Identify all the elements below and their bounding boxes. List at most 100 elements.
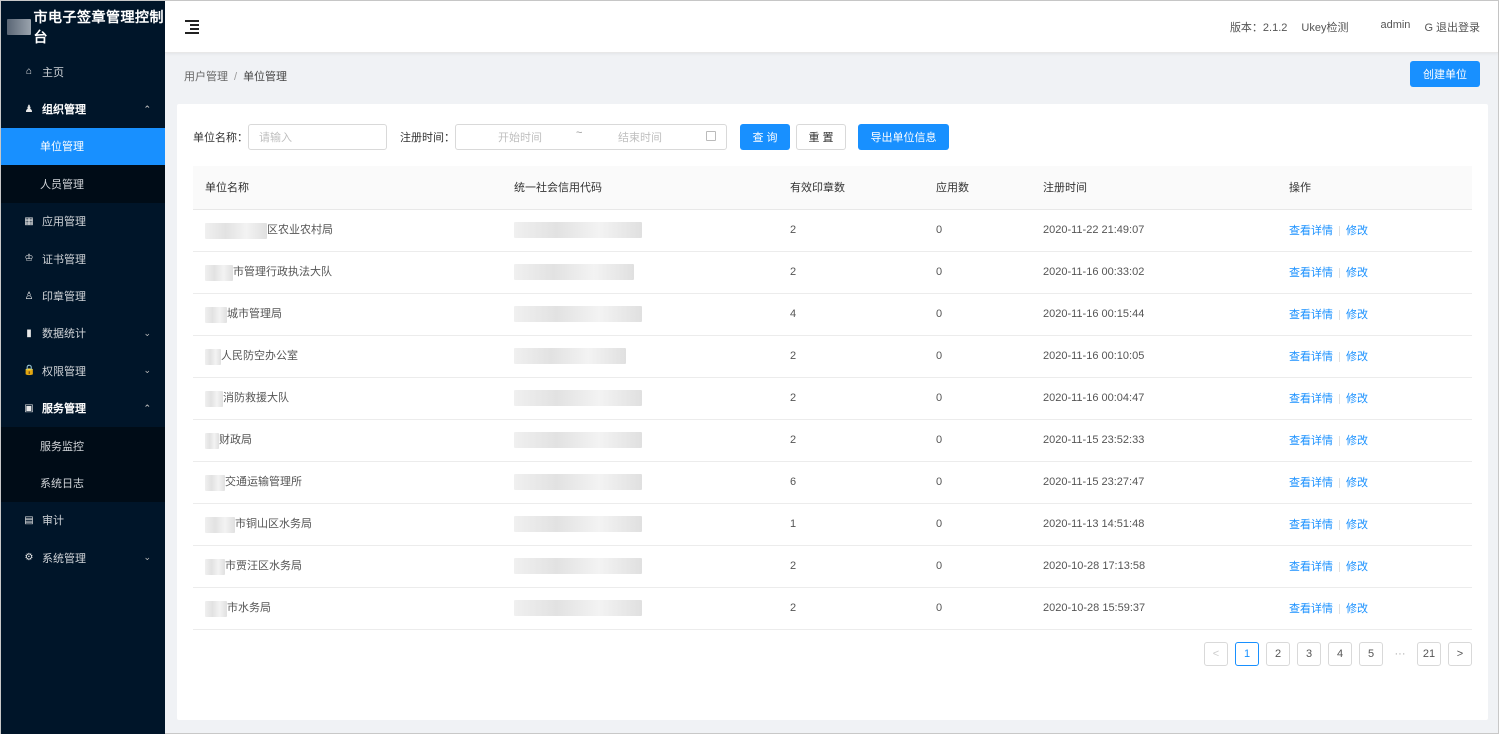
edit-link[interactable]: 修改: [1346, 561, 1368, 573]
page-button-4[interactable]: 4: [1328, 642, 1352, 666]
sidebar-item-label: 证书管理: [42, 253, 86, 266]
export-button[interactable]: 导出单位信息: [858, 124, 949, 150]
cell-seal-count: 1: [778, 503, 924, 546]
page-button-5[interactable]: 5: [1359, 642, 1383, 666]
edit-link[interactable]: 修改: [1346, 309, 1368, 321]
next-page-button[interactable]: >: [1448, 642, 1472, 666]
cell-credit-code: [502, 377, 778, 420]
create-unit-button[interactable]: 创建单位: [1410, 61, 1480, 87]
sidebar-subitem-3[interactable]: 人员管理: [1, 165, 165, 202]
sidebar-subitem-11[interactable]: 系统日志: [1, 464, 165, 501]
col-register-time[interactable]: 注册时间: [1031, 166, 1277, 210]
page-button-1[interactable]: 1: [1235, 642, 1259, 666]
top-header: 版本：2.1.2 Ukey检测 admin G 退出登录: [165, 1, 1498, 53]
unit-name-text: 城市管理局: [227, 308, 282, 321]
edit-link[interactable]: 修改: [1346, 393, 1368, 405]
view-detail-link[interactable]: 查看详情: [1289, 435, 1333, 447]
chevron-down-icon: ⌄: [143, 552, 151, 563]
col-credit-code[interactable]: 统一社会信用代码: [502, 166, 778, 210]
cell-credit-code: [502, 587, 778, 630]
redacted-credit-code: [514, 264, 634, 280]
cell-register-time: 2020-11-15 23:52:33: [1031, 419, 1277, 462]
sidebar-subitem-2[interactable]: 单位管理: [1, 127, 165, 166]
sidebar-item-12[interactable]: ▤ 审计: [1, 502, 165, 539]
redacted-prefix: [205, 474, 225, 491]
edit-link[interactable]: 修改: [1346, 603, 1368, 615]
view-detail-link[interactable]: 查看详情: [1289, 225, 1333, 237]
col-unit-name[interactable]: 单位名称: [193, 166, 502, 210]
redacted-credit-code: [514, 516, 642, 532]
edit-link[interactable]: 修改: [1346, 477, 1368, 489]
cell-seal-count: 2: [778, 209, 924, 252]
breadcrumb-separator: /: [234, 71, 238, 83]
sidebar-item-5[interactable]: ♔ 证书管理: [1, 240, 165, 277]
end-date-input[interactable]: 结束时间: [618, 129, 662, 145]
view-detail-link[interactable]: 查看详情: [1289, 519, 1333, 531]
chevron-up-icon: ⌃: [143, 103, 151, 114]
action-divider: [1339, 352, 1340, 363]
edit-link[interactable]: 修改: [1346, 519, 1368, 531]
edit-link[interactable]: 修改: [1346, 351, 1368, 363]
prev-page-button[interactable]: <: [1204, 642, 1228, 666]
more-pages-button[interactable]: ···: [1390, 642, 1410, 666]
view-detail-link[interactable]: 查看详情: [1289, 351, 1333, 363]
menu-fold-icon[interactable]: [185, 20, 199, 34]
edit-link[interactable]: 修改: [1346, 267, 1368, 279]
table-row: 人民防空办公室 2 0 2020-11-16 00:10:05 查看详情 修改: [193, 335, 1472, 378]
reset-button[interactable]: 重 置: [796, 124, 846, 150]
sidebar-subitem-10[interactable]: 服务监控: [1, 427, 165, 464]
breadcrumb-bar: 用户管理 / 单位管理 创建单位: [165, 54, 1498, 94]
logout-link[interactable]: G 退出登录: [1424, 19, 1480, 35]
cell-actions: 查看详情 修改: [1277, 209, 1472, 252]
sidebar-item-label: 系统管理: [42, 552, 86, 565]
col-app-count[interactable]: 应用数: [924, 166, 1031, 210]
action-divider: [1339, 520, 1340, 531]
page-button-last[interactable]: 21: [1417, 642, 1441, 666]
start-date-input[interactable]: 开始时间: [498, 129, 542, 145]
unit-name-input[interactable]: 请输入: [248, 124, 387, 150]
breadcrumb: 用户管理 / 单位管理: [184, 68, 287, 84]
table-row: 交通运输管理所 6 0 2020-11-15 23:27:47 查看详情 修改: [193, 461, 1472, 504]
edit-link[interactable]: 修改: [1346, 225, 1368, 237]
sidebar-item-8[interactable]: 🔒 权限管理 ⌄: [1, 352, 165, 389]
date-range-picker[interactable]: 开始时间 ~ 结束时间: [455, 124, 727, 150]
sidebar-item-7[interactable]: ▮ 数据统计 ⌄: [1, 315, 165, 352]
page-button-2[interactable]: 2: [1266, 642, 1290, 666]
cell-credit-code: [502, 251, 778, 294]
page-button-3[interactable]: 3: [1297, 642, 1321, 666]
sidebar-item-9[interactable]: ▣ 服务管理 ⌃: [1, 390, 165, 427]
cell-credit-code: [502, 419, 778, 462]
edit-link[interactable]: 修改: [1346, 435, 1368, 447]
col-seal-count[interactable]: 有效印章数: [778, 166, 924, 210]
redacted-credit-code: [514, 306, 642, 322]
query-button[interactable]: 查 询: [740, 124, 790, 150]
sidebar-item-6[interactable]: ♙ 印章管理: [1, 277, 165, 314]
unit-table: 单位名称 统一社会信用代码 有效印章数 应用数 注册时间 操作 区农业农村局 2 0…: [193, 166, 1472, 630]
sidebar-item-4[interactable]: ▦ 应用管理: [1, 203, 165, 240]
cell-unit-name: 人民防空办公室: [193, 335, 502, 378]
sidebar-item-0[interactable]: ⌂ 主页: [1, 53, 165, 90]
sidebar-item-label: 权限管理: [42, 365, 86, 378]
view-detail-link[interactable]: 查看详情: [1289, 309, 1333, 321]
cell-app-count: 0: [924, 377, 1031, 420]
cell-credit-code: [502, 335, 778, 378]
sidebar-item-13[interactable]: ⚙ 系统管理 ⌄: [1, 539, 165, 576]
view-detail-link[interactable]: 查看详情: [1289, 561, 1333, 573]
version-text: 版本：2.1.2: [1229, 22, 1288, 34]
breadcrumb-parent[interactable]: 用户管理: [184, 71, 228, 83]
ukey-check-link[interactable]: Ukey检测: [1301, 19, 1348, 35]
view-detail-link[interactable]: 查看详情: [1289, 603, 1333, 615]
view-detail-link[interactable]: 查看详情: [1289, 393, 1333, 405]
cell-seal-count: 2: [778, 587, 924, 630]
view-detail-link[interactable]: 查看详情: [1289, 477, 1333, 489]
cell-actions: 查看详情 修改: [1277, 377, 1472, 420]
view-detail-link[interactable]: 查看详情: [1289, 267, 1333, 279]
cell-seal-count: 2: [778, 377, 924, 420]
sidebar-item-1[interactable]: ♟ 组织管理 ⌃: [1, 90, 165, 127]
cell-actions: 查看详情 修改: [1277, 503, 1472, 546]
cell-app-count: 0: [924, 251, 1031, 294]
redacted-credit-code: [514, 222, 642, 238]
unit-name-text: 市铜山区水务局: [235, 518, 312, 531]
cell-register-time: 2020-11-16 00:15:44: [1031, 293, 1277, 336]
redacted-prefix: [205, 558, 225, 575]
